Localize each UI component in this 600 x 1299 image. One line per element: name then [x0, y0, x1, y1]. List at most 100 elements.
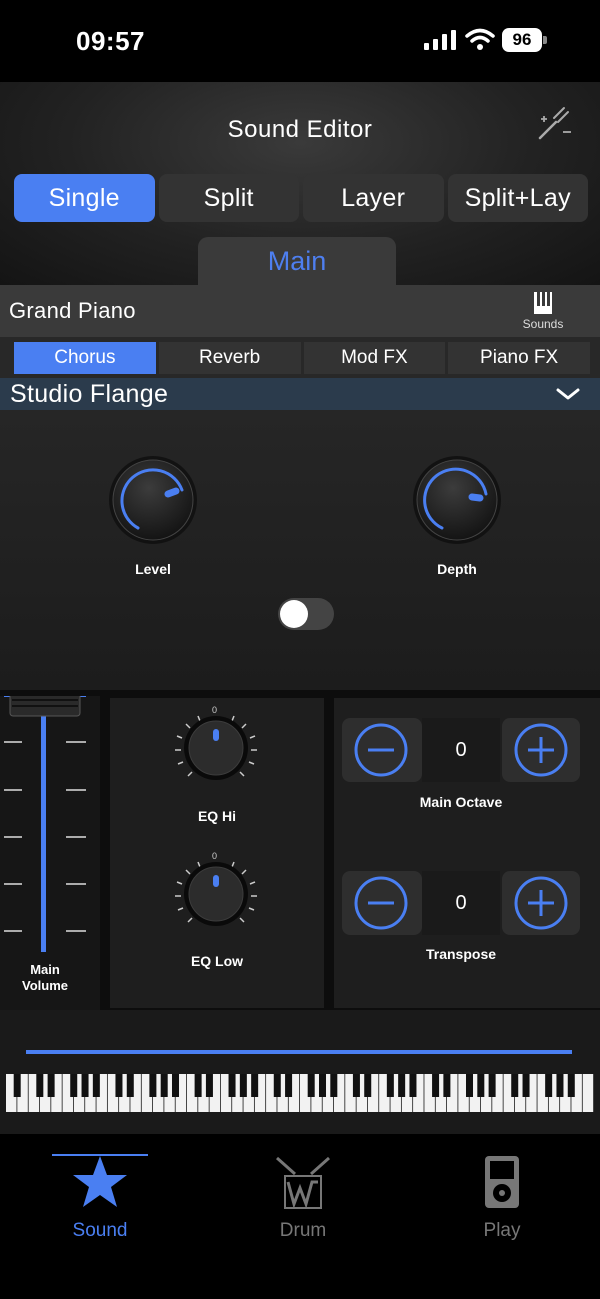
black-key[interactable]: [228, 1074, 236, 1097]
black-key[interactable]: [47, 1074, 55, 1097]
eq-low-scale-zero: 0: [212, 851, 217, 861]
status-time: 09:57: [76, 26, 145, 56]
black-key[interactable]: [115, 1074, 123, 1097]
tab-mod-fx[interactable]: Mod FX: [303, 342, 446, 374]
black-key[interactable]: [36, 1074, 44, 1097]
tab-drum-label: Drum: [279, 1220, 327, 1241]
mode-single-button[interactable]: Single: [14, 174, 155, 222]
drum-icon: [276, 1156, 330, 1209]
player-icon: [485, 1156, 519, 1208]
page-title: Sound Editor: [227, 116, 373, 143]
level-label: Level: [135, 561, 171, 577]
tab-play[interactable]: Play: [447, 1154, 557, 1242]
tab-play-label: Play: [483, 1220, 521, 1241]
eq-low-label: EQ Low: [190, 953, 244, 969]
transpose-value: 0: [422, 871, 500, 935]
black-key[interactable]: [545, 1074, 553, 1097]
octave-value: 0: [422, 718, 500, 782]
black-key[interactable]: [386, 1074, 394, 1097]
black-key[interactable]: [70, 1074, 78, 1097]
signal-icon: [424, 30, 456, 50]
sounds-label: Sounds: [522, 317, 564, 331]
transpose-minus-button[interactable]: [342, 871, 422, 935]
mixer-area: Main Volume 0 EQ Hi 0 EQ Low 0 Main Octa…: [0, 675, 600, 1010]
octave-minus-button[interactable]: [342, 718, 422, 782]
black-key[interactable]: [251, 1074, 259, 1097]
black-key[interactable]: [432, 1074, 440, 1097]
black-key[interactable]: [194, 1074, 202, 1097]
black-key[interactable]: [171, 1074, 180, 1097]
mode-selector: Single Split Layer Split+Lay: [14, 174, 588, 222]
transpose-plus-button[interactable]: [502, 871, 580, 935]
preset-selector[interactable]: Studio Flange: [0, 378, 600, 410]
tab-bar: Sound Drum Play: [0, 1134, 600, 1299]
tuning-fork-icon[interactable]: [536, 106, 574, 142]
eq-hi-label: EQ Hi: [197, 808, 237, 824]
black-key[interactable]: [92, 1074, 100, 1097]
plus-circle-icon: [514, 723, 568, 777]
black-key[interactable]: [285, 1074, 293, 1097]
black-key[interactable]: [318, 1074, 327, 1097]
tab-sound[interactable]: Sound: [45, 1154, 155, 1242]
eq-hi-knob[interactable]: 0: [110, 698, 324, 808]
black-key[interactable]: [126, 1074, 134, 1097]
octave-plus-button[interactable]: [502, 718, 580, 782]
piano-keys-icon: [534, 292, 552, 314]
status-bar: 09:57 96: [0, 0, 600, 82]
tab-reverb[interactable]: Reverb: [158, 342, 301, 374]
black-key[interactable]: [511, 1074, 519, 1097]
volume-label-volume: Volume: [22, 978, 68, 993]
level-knob[interactable]: [98, 454, 208, 550]
eq-panel: 0 EQ Hi 0 EQ Low: [110, 698, 324, 1008]
piano-keyboard[interactable]: [0, 1072, 600, 1122]
effect-toggle[interactable]: [278, 598, 334, 630]
sounds-button[interactable]: Sounds: [516, 291, 570, 333]
depth-control: Depth: [402, 454, 512, 577]
black-key[interactable]: [330, 1074, 338, 1097]
eq-low-knob[interactable]: 0: [110, 844, 324, 954]
chevron-down-icon: [556, 388, 580, 400]
keyboard-area: [0, 1010, 600, 1134]
depth-knob[interactable]: [402, 454, 512, 550]
black-key[interactable]: [398, 1074, 406, 1097]
tab-main[interactable]: Main: [198, 237, 396, 285]
black-key[interactable]: [556, 1074, 564, 1097]
black-key[interactable]: [465, 1074, 474, 1097]
mode-split-button[interactable]: Split: [158, 174, 299, 222]
star-icon: [73, 1156, 127, 1207]
volume-fader[interactable]: [0, 675, 100, 966]
mode-split-layer-button[interactable]: Split+Lay: [447, 174, 588, 222]
instrument-bar: Grand Piano Sounds: [0, 285, 600, 337]
black-key[interactable]: [364, 1074, 372, 1097]
plus-circle-icon: [514, 876, 568, 930]
black-key[interactable]: [522, 1074, 530, 1097]
black-key[interactable]: [13, 1074, 21, 1097]
battery-level: 96: [502, 28, 542, 52]
black-key[interactable]: [239, 1074, 247, 1097]
black-key[interactable]: [205, 1074, 213, 1097]
preset-name: Studio Flange: [10, 380, 169, 408]
black-key[interactable]: [307, 1074, 315, 1097]
tab-drum[interactable]: Drum: [248, 1154, 358, 1242]
mode-layer-button[interactable]: Layer: [303, 174, 444, 222]
effect-controls: Level Depth: [0, 410, 600, 690]
black-key[interactable]: [567, 1074, 575, 1097]
black-key[interactable]: [273, 1074, 281, 1097]
black-key[interactable]: [81, 1074, 89, 1097]
battery-icon: 96: [502, 28, 548, 52]
main-octave-stepper: 0: [342, 718, 580, 782]
white-key[interactable]: [582, 1074, 594, 1112]
tab-chorus[interactable]: Chorus: [14, 342, 156, 374]
keyboard-range-bar[interactable]: [26, 1050, 572, 1054]
black-key[interactable]: [352, 1074, 360, 1097]
level-control: Level: [98, 454, 208, 577]
black-key[interactable]: [149, 1074, 157, 1097]
black-key[interactable]: [488, 1074, 496, 1097]
header: Sound Editor Single Split Layer Split+La…: [0, 82, 600, 285]
black-key[interactable]: [477, 1074, 485, 1097]
transpose-stepper: 0: [342, 871, 580, 935]
black-key[interactable]: [409, 1074, 417, 1097]
tab-piano-fx[interactable]: Piano FX: [448, 342, 590, 374]
black-key[interactable]: [443, 1074, 451, 1097]
black-key[interactable]: [160, 1074, 168, 1097]
